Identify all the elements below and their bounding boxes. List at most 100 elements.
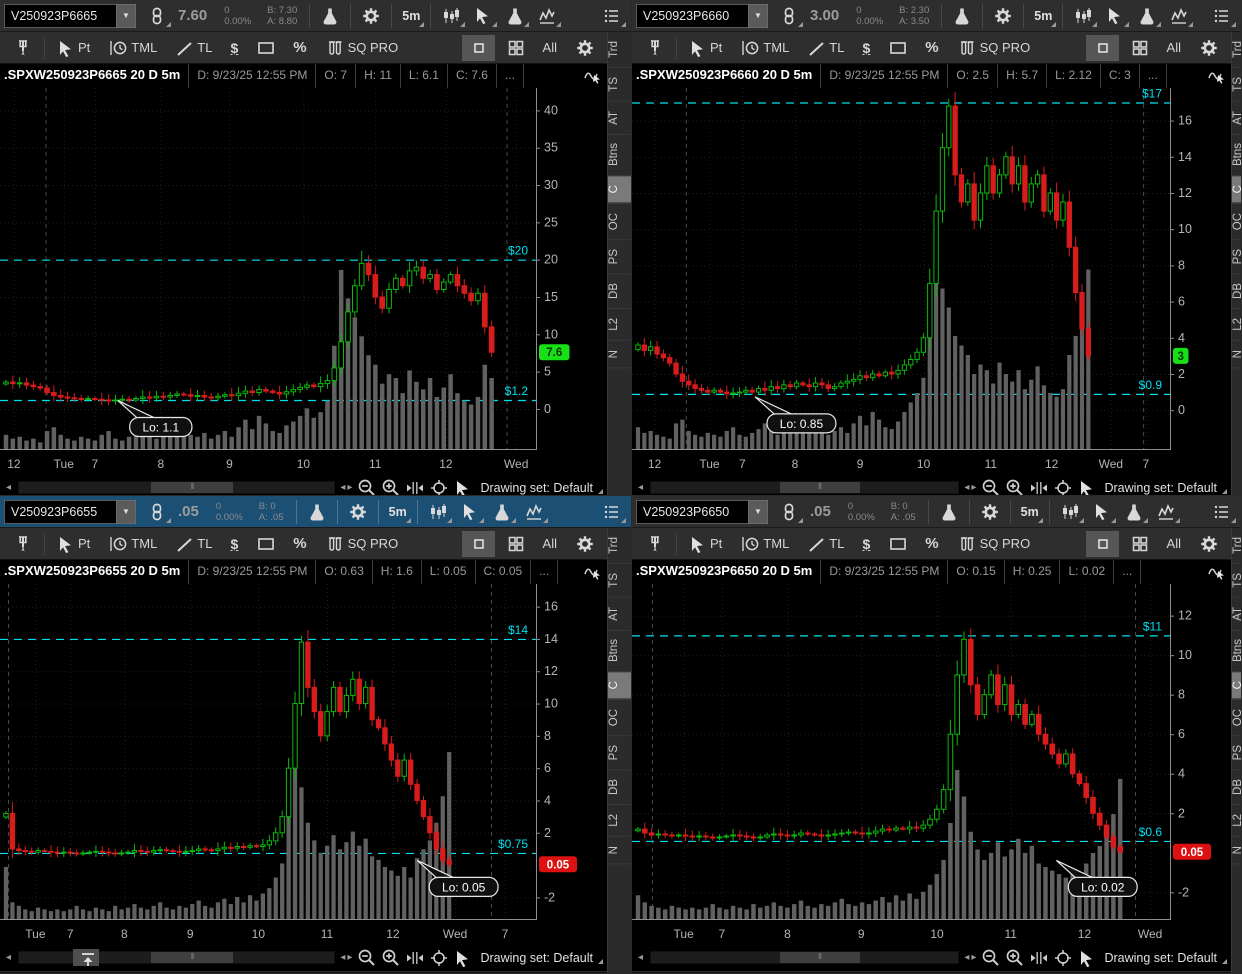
side-tab-ts[interactable]: TS xyxy=(608,564,631,598)
side-tab-l2[interactable]: L2 xyxy=(608,805,631,837)
rectangle-tool-button[interactable] xyxy=(881,35,914,61)
all-charts-button[interactable]: All xyxy=(536,35,564,61)
pointer-mode-icon[interactable] xyxy=(1077,949,1095,967)
crosshair-target-icon[interactable] xyxy=(1053,948,1072,967)
scroll-step-left[interactable]: ◂ xyxy=(964,482,969,493)
price-axis[interactable]: 0510152025303540 xyxy=(0,88,558,450)
price-level-tool-button[interactable]: $ xyxy=(223,531,245,557)
rectangle-tool-button[interactable] xyxy=(249,531,282,557)
gear-icon[interactable] xyxy=(988,3,1018,29)
analyze-flask-icon[interactable] xyxy=(302,499,332,525)
price-alert-lines[interactable]: $14$0.75 xyxy=(0,623,536,854)
chart-style-icon[interactable] xyxy=(1055,499,1085,525)
toolbar-gear-icon[interactable] xyxy=(1192,35,1225,61)
rectangle-tool-button[interactable] xyxy=(881,531,914,557)
all-charts-button[interactable]: All xyxy=(1160,531,1188,557)
chart-scrollbar[interactable] xyxy=(18,951,335,964)
grid-layout-button[interactable] xyxy=(499,531,532,557)
menu-icon[interactable] xyxy=(597,499,627,525)
track-cursor-icon[interactable] xyxy=(1207,64,1231,88)
percent-tool-button[interactable]: % xyxy=(286,35,313,61)
pointer-mode-icon[interactable] xyxy=(453,949,471,967)
side-tab-db[interactable]: DB xyxy=(608,770,631,805)
side-tab-l2[interactable]: L2 xyxy=(1232,309,1241,341)
price-level-tool-button[interactable]: $ xyxy=(855,531,877,557)
tml-tool-button[interactable]: TML xyxy=(101,35,164,61)
tml-tool-button[interactable]: TML xyxy=(733,35,796,61)
scroll-step-right[interactable]: ▸ xyxy=(347,482,352,493)
side-tab-oc[interactable]: OC xyxy=(608,700,631,736)
price-level-tool-button[interactable]: $ xyxy=(855,35,877,61)
sqpro-tool-button[interactable]: SQ PRO xyxy=(950,35,1038,61)
pin-icon[interactable] xyxy=(638,35,672,61)
timeframe-button[interactable]: 5m xyxy=(1029,3,1057,29)
single-chart-button[interactable] xyxy=(1086,531,1119,557)
toolbar-gear-icon[interactable] xyxy=(568,35,601,61)
pin-icon[interactable] xyxy=(6,35,40,61)
trendline-tool-button[interactable]: TL xyxy=(168,531,219,557)
price-alert-lines[interactable]: $11$0.6 xyxy=(632,619,1170,841)
studies-flask-icon[interactable] xyxy=(500,3,530,29)
symbol-dropdown-button[interactable]: ▼ xyxy=(116,500,136,524)
side-tab-n[interactable]: N xyxy=(1232,837,1241,864)
zoom-in-icon[interactable] xyxy=(1005,478,1024,496)
zoom-out-icon[interactable] xyxy=(981,948,1000,967)
drawing-set-selector[interactable]: Drawing set: Default xyxy=(476,949,603,967)
percent-tool-button[interactable]: % xyxy=(918,531,945,557)
scroll-left-cap[interactable]: ◂ xyxy=(4,952,13,963)
scroll-left-cap[interactable]: ◂ xyxy=(636,482,645,493)
symbol-dropdown-button[interactable]: ▼ xyxy=(748,500,768,524)
side-tab-oc[interactable]: OC xyxy=(608,204,631,240)
chart-scrollbar[interactable] xyxy=(650,481,959,494)
grid-layout-button[interactable] xyxy=(499,35,532,61)
side-tab-trd[interactable]: Trd xyxy=(608,32,631,68)
price-alert-lines[interactable]: $20$1.2 xyxy=(0,244,536,401)
pointer-tool-button[interactable]: Pt xyxy=(49,531,97,557)
scrollbar-handle[interactable] xyxy=(780,482,860,493)
drawings-icon[interactable] xyxy=(519,499,549,525)
side-tab-db[interactable]: DB xyxy=(608,274,631,309)
menu-icon[interactable] xyxy=(1207,3,1237,29)
analyze-flask-icon[interactable] xyxy=(947,3,977,29)
zoom-out-icon[interactable] xyxy=(981,478,1000,496)
side-tab-at[interactable]: AT xyxy=(608,598,631,631)
scroll-step-left[interactable]: ◂ xyxy=(340,482,345,493)
side-tab-at[interactable]: AT xyxy=(1232,102,1241,135)
timeframe-button[interactable]: 5m xyxy=(384,499,412,525)
zoom-in-icon[interactable] xyxy=(381,948,400,967)
chart-style-icon[interactable] xyxy=(423,499,453,525)
side-tab-ts[interactable]: TS xyxy=(608,68,631,102)
scroll-reset-button[interactable] xyxy=(73,949,99,966)
drawing-set-selector[interactable]: Drawing set: Default xyxy=(476,479,603,497)
percent-tool-button[interactable]: % xyxy=(918,35,945,61)
all-charts-button[interactable]: All xyxy=(536,531,564,557)
timeframe-button[interactable]: 5m xyxy=(1016,499,1044,525)
link-icon[interactable] xyxy=(142,3,172,29)
candlestick-chart[interactable]: $17$0.902468101214163Lo: 0.85 xyxy=(632,88,1232,450)
auto-scale-icon[interactable] xyxy=(1029,948,1048,967)
side-tab-l2[interactable]: L2 xyxy=(1232,805,1241,837)
scrollbar-handle[interactable] xyxy=(780,952,860,963)
side-tab-ps[interactable]: PS xyxy=(1232,736,1241,770)
pointer-tool-button[interactable]: Pt xyxy=(681,35,729,61)
gear-icon[interactable] xyxy=(975,499,1005,525)
side-tab-btns[interactable]: Btns xyxy=(1232,630,1241,672)
link-icon[interactable] xyxy=(774,3,804,29)
grid-layout-button[interactable] xyxy=(1123,35,1156,61)
chart-style-icon[interactable] xyxy=(436,3,466,29)
gear-icon[interactable] xyxy=(356,3,386,29)
auto-scale-icon[interactable] xyxy=(405,948,424,967)
scroll-left-cap[interactable]: ◂ xyxy=(4,482,13,493)
candlestick-chart[interactable]: $11$0.6-2246810120.05Lo: 0.02 xyxy=(632,584,1232,920)
zoom-out-icon[interactable] xyxy=(357,948,376,967)
single-chart-button[interactable] xyxy=(462,35,495,61)
chart-scrollbar[interactable] xyxy=(18,481,335,494)
drawings-icon[interactable] xyxy=(1164,3,1194,29)
side-tab-ps[interactable]: PS xyxy=(608,240,631,274)
scrollbar-handle[interactable] xyxy=(151,952,233,963)
toolbar-gear-icon[interactable] xyxy=(1192,531,1225,557)
side-tab-ps[interactable]: PS xyxy=(1232,240,1241,274)
zoom-in-icon[interactable] xyxy=(381,478,400,496)
symbol-dropdown-button[interactable]: ▼ xyxy=(748,4,768,28)
pointer-tool-button[interactable]: Pt xyxy=(681,531,729,557)
